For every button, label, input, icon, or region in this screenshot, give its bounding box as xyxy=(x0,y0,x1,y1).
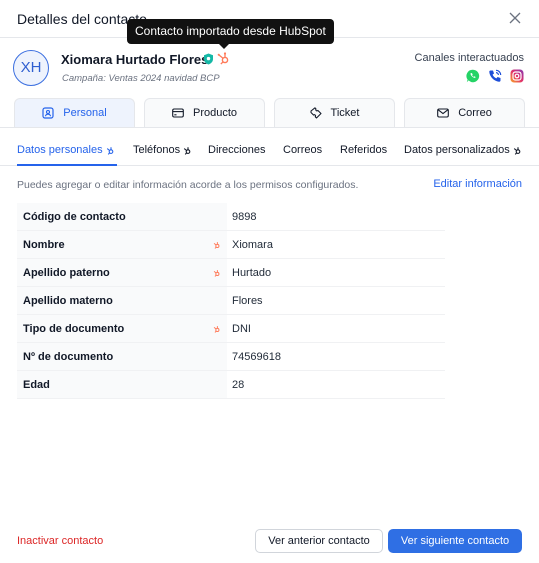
whatsapp-icon xyxy=(466,69,480,83)
field-value: 28 xyxy=(232,379,245,391)
table-row: Nº de documento 74569618 xyxy=(17,343,445,371)
field-label-text: Nombre xyxy=(23,239,65,251)
hubspot-icon xyxy=(513,146,521,155)
credit-card-icon xyxy=(172,108,184,118)
field-label-text: Apellido materno xyxy=(23,295,113,307)
tab-correos[interactable]: Correos xyxy=(283,144,340,156)
field-value: 74569618 xyxy=(232,351,281,363)
table-row: Nombre Xiomara xyxy=(17,231,445,259)
field-label: Código de contacto xyxy=(17,203,227,230)
subtabs: Datos personales Teléfonos Direcciones C… xyxy=(17,144,521,156)
field-label-text: Apellido paterno xyxy=(23,267,110,279)
tab-telefonos-label: Teléfonos xyxy=(133,144,181,156)
tab-datos-personales[interactable]: Datos personales xyxy=(17,144,133,156)
deactivate-contact-link[interactable]: Inactivar contacto xyxy=(17,535,103,547)
ticket-icon xyxy=(310,107,322,119)
tab-telefonos[interactable]: Teléfonos xyxy=(133,144,208,156)
edit-info-link[interactable]: Editar información xyxy=(433,178,522,190)
mail-icon xyxy=(437,108,450,118)
field-value: Hurtado xyxy=(232,267,272,279)
permissions-info: Puedes agregar o editar información acor… xyxy=(17,179,359,191)
tab-referidos[interactable]: Referidos xyxy=(340,144,404,156)
card-ticket-label: Ticket xyxy=(330,107,360,119)
field-label: Edad xyxy=(17,371,227,398)
tab-direcciones-label: Direcciones xyxy=(208,144,266,156)
field-value: 9898 xyxy=(232,211,257,223)
avatar: XH xyxy=(13,50,49,86)
field-label: Nombre xyxy=(17,231,227,258)
table-row: Tipo de documento DNI xyxy=(17,315,445,343)
personal-data-table: Código de contacto 9898 Nombre Xiomara A… xyxy=(17,203,445,399)
card-producto-label: Producto xyxy=(192,107,238,119)
phone-call-icon xyxy=(489,69,502,82)
instagram-icon xyxy=(510,69,524,83)
field-label-text: Código de contacto xyxy=(23,211,126,223)
verified-shield-icon xyxy=(204,53,213,65)
tab-datos-personalizados-label: Datos personalizados xyxy=(404,144,510,156)
card-correo[interactable]: Correo xyxy=(404,98,525,127)
card-personal-label: Personal xyxy=(63,107,107,119)
field-label: Nº de documento xyxy=(17,343,227,370)
table-row: Edad 28 xyxy=(17,371,445,399)
hubspot-icon xyxy=(213,242,220,249)
hubspot-tooltip: Contacto importado desde HubSpot xyxy=(127,19,334,49)
table-row: Código de contacto 9898 xyxy=(17,203,445,231)
id-card-icon xyxy=(42,107,54,119)
tab-direcciones[interactable]: Direcciones xyxy=(208,144,283,156)
section-cards: Personal Producto Ticket Correo xyxy=(14,98,525,127)
channels-label: Canales interactuados xyxy=(414,52,524,64)
hubspot-icon xyxy=(213,326,220,333)
channel-icons xyxy=(466,69,524,83)
tab-referidos-label: Referidos xyxy=(340,144,388,156)
hubspot-icon xyxy=(213,270,220,277)
field-label: Tipo de documento xyxy=(17,315,227,342)
close-icon[interactable] xyxy=(507,10,523,26)
card-personal[interactable]: Personal xyxy=(14,98,135,127)
card-correo-label: Correo xyxy=(458,107,492,119)
tab-correos-label: Correos xyxy=(283,144,323,156)
card-ticket[interactable]: Ticket xyxy=(274,98,395,127)
field-label: Apellido materno xyxy=(17,287,227,314)
field-label-text: Edad xyxy=(23,379,50,391)
next-contact-button[interactable]: Ver siguiente contacto xyxy=(388,529,522,553)
campaign-label: Campaña: Ventas 2024 navidad BCP xyxy=(62,73,220,84)
field-value: DNI xyxy=(232,323,251,335)
field-label-text: Tipo de documento xyxy=(23,323,125,335)
field-label: Apellido paterno xyxy=(17,259,227,286)
field-value: Flores xyxy=(232,295,263,307)
contact-name: Xiomara Hurtado Flores xyxy=(61,52,209,67)
hubspot-icon xyxy=(183,146,191,155)
hubspot-icon[interactable] xyxy=(217,52,230,65)
tab-datos-personalizados[interactable]: Datos personalizados xyxy=(404,144,521,156)
hubspot-icon xyxy=(106,146,113,155)
field-label-text: Nº de documento xyxy=(23,351,114,363)
active-tab-indicator xyxy=(17,164,117,166)
table-row: Apellido paterno Hurtado xyxy=(17,259,445,287)
cards-divider xyxy=(0,127,539,128)
previous-contact-button[interactable]: Ver anterior contacto xyxy=(255,529,383,553)
field-value: Xiomara xyxy=(232,239,273,251)
card-producto[interactable]: Producto xyxy=(144,98,265,127)
table-row: Apellido materno Flores xyxy=(17,287,445,315)
tab-datos-personales-label: Datos personales xyxy=(17,144,103,156)
